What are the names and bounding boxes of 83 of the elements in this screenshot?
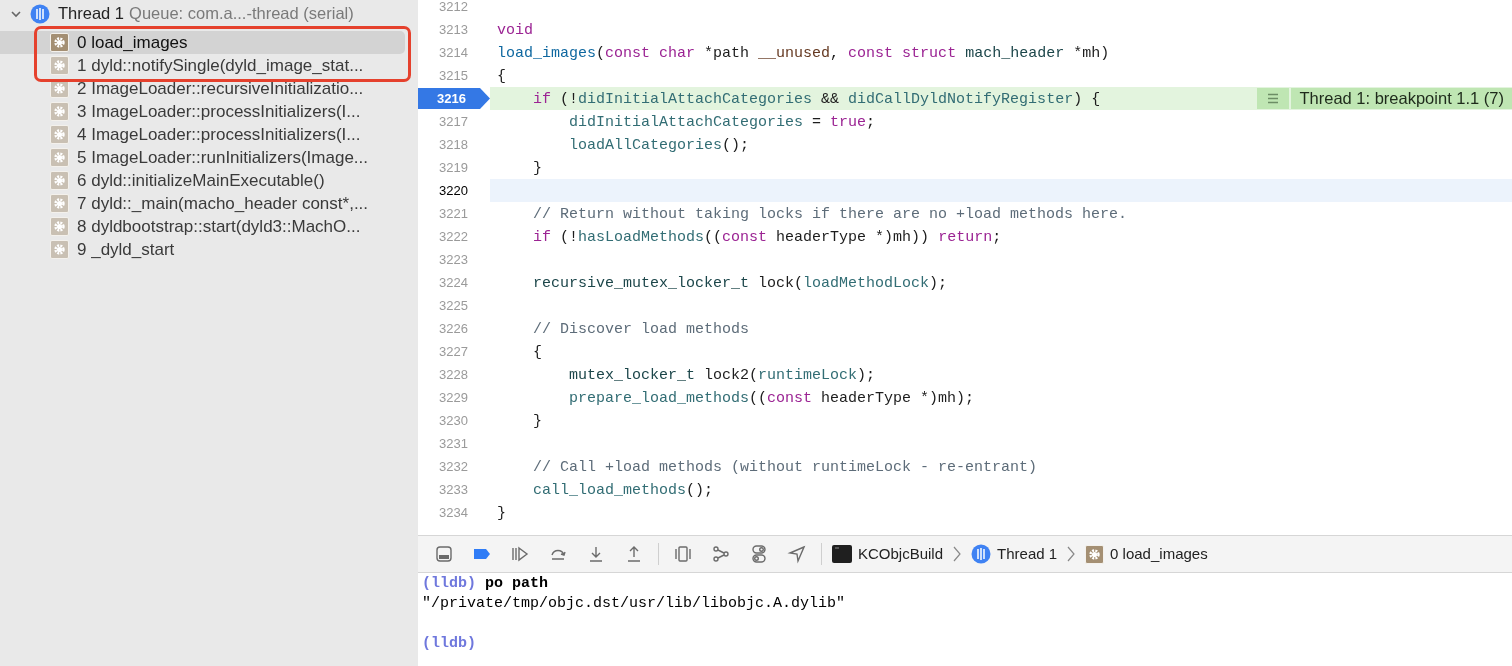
stack-frame-row[interactable]: 0 load_images <box>0 31 405 54</box>
gear-icon <box>50 194 69 213</box>
console-prompt: (lldb) <box>422 574 476 594</box>
gear-icon <box>50 56 69 75</box>
stack-frame-row[interactable]: 1 dyld::notifySingle(dyld_image_stat... <box>0 54 405 77</box>
code-line: // Return without taking locks if there are no +load methods here. <box>532 205 1128 223</box>
chevron-icon <box>953 546 962 562</box>
memory-graph-icon <box>711 544 731 564</box>
code-line: mutex_locker_t lock2(runtimeLock); <box>568 366 876 384</box>
line-number: 3213 <box>439 20 468 39</box>
code-line: { <box>532 343 542 361</box>
line-number: 3221 <box>439 204 468 223</box>
gear-icon <box>50 125 69 144</box>
code-line: if (!hasLoadMethods((const headerType *)mh)) return; <box>532 228 1002 246</box>
gear-icon <box>50 102 69 121</box>
code-line: } <box>497 504 506 522</box>
terminal-icon <box>832 545 852 563</box>
gear-icon <box>1085 544 1105 564</box>
breadcrumb-item[interactable]: 0 load_images <box>1110 542 1208 566</box>
stack-frame-row[interactable]: 2 ImageLoader::recursiveInitializatio... <box>0 77 405 100</box>
stack-frame-row[interactable]: 9 _dyld_start <box>0 238 405 261</box>
thread-icon <box>30 3 50 24</box>
line-number: 3229 <box>439 388 468 407</box>
gear-icon <box>50 33 69 52</box>
line-number: 3232 <box>439 457 468 476</box>
gear-icon <box>50 240 69 259</box>
line-number: 3230 <box>439 411 468 430</box>
stack-frame-row[interactable]: 6 dyld::initializeMainExecutable() <box>0 169 405 192</box>
gear-icon <box>50 148 69 167</box>
stack-frame-row[interactable]: 7 dyld::_main(macho_header const*,... <box>0 192 405 215</box>
console-output: "/private/tmp/objc.dst/usr/lib/libobjc.A.dylib" <box>422 594 846 614</box>
code-line: prepare_load_methods((const headerType *)mh); <box>568 389 975 407</box>
line-number: 3215 <box>439 66 468 85</box>
line-number: 3227 <box>439 342 468 361</box>
code-line: loadAllCategories(); <box>568 136 750 154</box>
line-number: 3226 <box>439 319 468 338</box>
code-line: // Call +load methods (without runtimeLock - re-entrant) <box>532 458 1038 476</box>
code-line: // Discover load methods <box>532 320 750 338</box>
gear-icon <box>50 171 69 190</box>
code-line: void <box>497 21 533 39</box>
line-number: 3212 <box>439 0 468 16</box>
code-line: if (!didInitialAttachCategories && didCallDyldNotifyRegister) { <box>532 90 1101 108</box>
breadcrumb-item[interactable]: KCObjcBuild <box>858 542 944 566</box>
code-line: } <box>532 159 542 177</box>
code-line: call_load_methods(); <box>532 481 714 499</box>
breadcrumb-item[interactable]: Thread 1 <box>997 542 1058 566</box>
stack-frame-row[interactable]: 3 ImageLoader::processInitializers(I... <box>0 100 405 123</box>
continue-icon <box>510 544 530 564</box>
view-debugger-icon <box>673 544 693 564</box>
code-line: { <box>497 67 506 85</box>
line-number: 3225 <box>439 296 468 315</box>
console-prompt: (lldb) <box>422 634 476 654</box>
line-number: 3233 <box>439 480 468 499</box>
code-line: } <box>532 412 542 430</box>
console-toggle-icon <box>434 544 454 564</box>
thread-name: Thread 1 <box>58 3 125 25</box>
breakpoint-annotation: Thread 1: breakpoint 1.1 (7) <box>1291 88 1512 109</box>
line-number: 3214 <box>439 43 468 62</box>
list-icon[interactable] <box>1257 88 1290 109</box>
stack-frame-row[interactable]: 8 dyldbootstrap::start(dyld3::MachO... <box>0 215 405 238</box>
code-line: recursive_mutex_locker_t lock(loadMethodLock); <box>532 274 948 292</box>
line-number: 3217 <box>439 112 468 131</box>
line-number: 3224 <box>439 273 468 292</box>
code-line: didInitialAttachCategories = true; <box>568 113 876 131</box>
thread-queue: Queue: com.a...-thread (serial) <box>129 3 354 25</box>
line-number: 3218 <box>439 135 468 154</box>
line-number: 3231 <box>439 434 468 453</box>
line-number: 3219 <box>439 158 468 177</box>
environment-icon <box>749 544 769 564</box>
line-number: 3220 <box>439 181 468 200</box>
code-line: load_images(const char *path __unused, const struct mach_header *mh) <box>497 44 1110 62</box>
breakpoint-marker[interactable]: 3216 <box>418 88 490 109</box>
location-icon <box>787 544 807 564</box>
line-number: 3223 <box>439 250 468 269</box>
line-number: 3234 <box>439 503 468 522</box>
line-number: 3222 <box>439 227 468 246</box>
console-command: po path <box>485 574 549 594</box>
thread-icon <box>971 544 992 564</box>
chevron-icon <box>1067 546 1076 562</box>
line-number: 3228 <box>439 365 468 384</box>
stack-frame-row[interactable]: 5 ImageLoader::runInitializers(Image... <box>0 146 405 169</box>
gear-icon <box>50 217 69 236</box>
stack-frame-row[interactable]: 4 ImageLoader::processInitializers(I... <box>0 123 405 146</box>
